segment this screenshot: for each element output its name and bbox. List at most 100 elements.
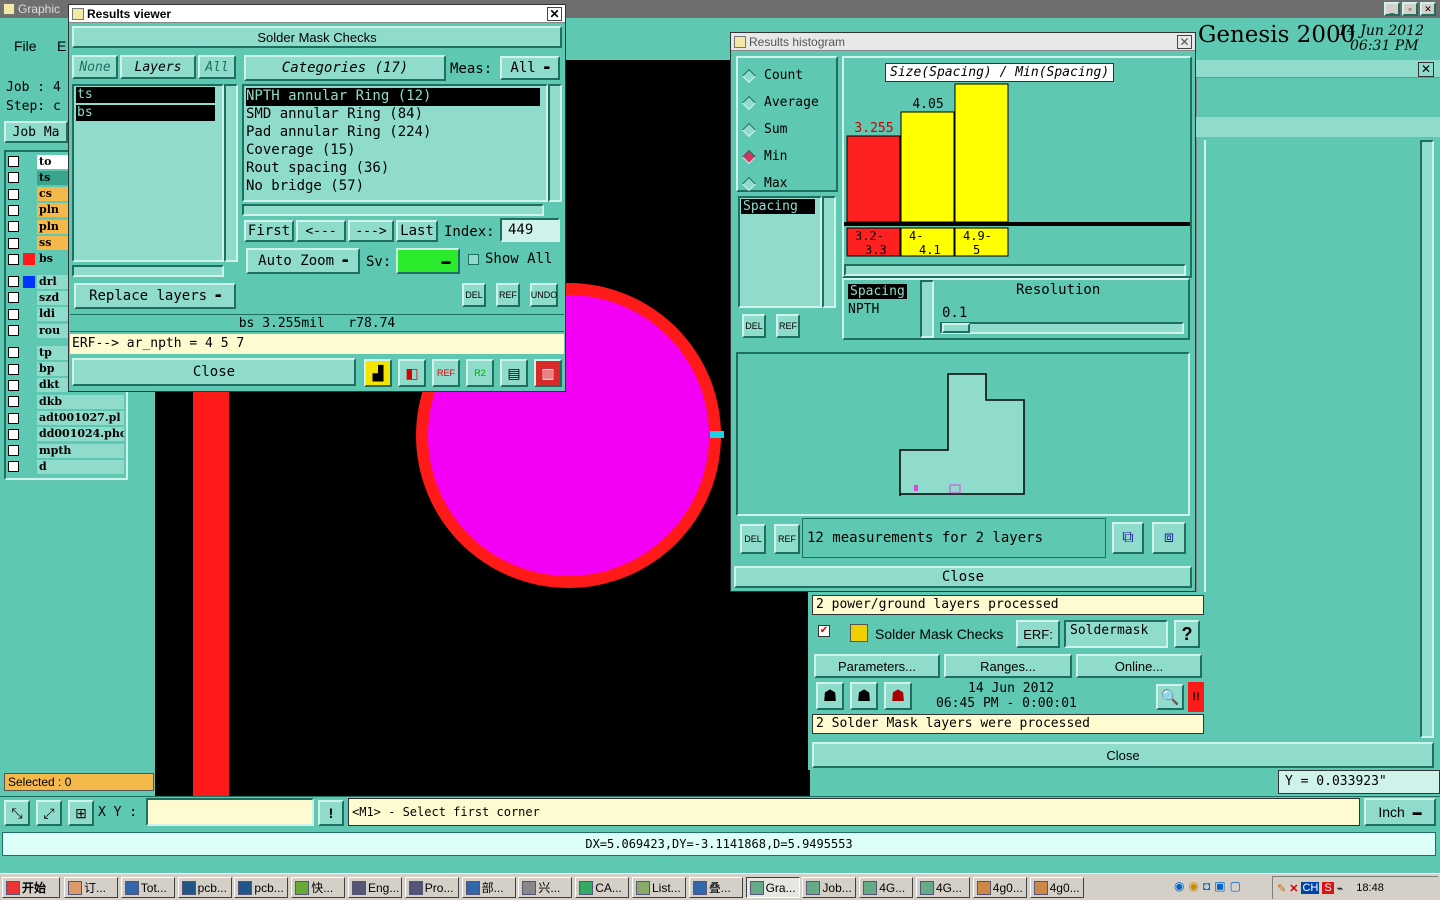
close-window-button[interactable]: ✕ [1420,2,1436,16]
prev-button[interactable]: <--- [296,220,346,242]
taskbar-item[interactable]: Pro... [404,877,459,898]
radio-diamond-icon[interactable] [741,95,757,110]
preview-del-icon[interactable]: DEL [740,524,766,554]
taskbar-item[interactable]: pcb... [177,877,232,898]
layer-row[interactable]: dd001024.pho [8,427,124,442]
start-button[interactable]: 开始 [2,877,60,898]
export-icon[interactable]: ◧ [398,359,426,387]
tray-pen-icon[interactable]: ✎ [1277,882,1286,895]
taskbar-item[interactable]: Tot... [120,877,175,898]
mode-radio[interactable]: Min [741,143,834,170]
explorer-icon[interactable]: ◘ [1203,879,1210,893]
mode-radio[interactable]: Count [741,62,834,89]
taskbar-item[interactable]: 部... [461,877,516,898]
tray-x-icon[interactable]: ✕ [1289,882,1298,895]
mode-radio[interactable]: Sum [741,116,834,143]
taskbar-item[interactable]: 快... [291,877,346,898]
rv-layer-item[interactable]: bs [76,105,215,121]
right-scrollbar[interactable] [1420,140,1434,738]
tray-wave-icon[interactable]: ⌁ [1337,882,1344,895]
mode-radio[interactable]: Average [741,89,834,116]
media-icon[interactable]: ◉ [1188,879,1198,893]
preview-ref-icon[interactable]: REF [774,524,800,554]
units-dropdown[interactable]: Inch ▬ [1364,798,1436,826]
zoom-fit-icon[interactable]: ⤡ [4,800,30,826]
radio-diamond-icon[interactable] [741,122,757,137]
layer-checkbox[interactable] [8,204,19,216]
last-button[interactable]: Last [396,220,438,242]
rv-layer-item[interactable]: ts [76,87,215,103]
measure-list-scrollbar[interactable] [822,196,836,308]
taskbar-item[interactable]: 4g0... [972,877,1027,898]
tray-s-icon[interactable]: S [1322,882,1334,894]
resolution-slider-thumb[interactable] [942,323,970,333]
warning-icon[interactable]: ! [318,800,344,826]
hist-del-icon[interactable]: DEL [742,314,766,338]
run-icon[interactable]: ☗ [816,682,844,710]
zoom-window-icon[interactable]: ⧉ [1112,522,1144,554]
show-all-box[interactable] [468,253,479,265]
measure-list-item[interactable]: Spacing [741,199,815,214]
layer-row[interactable]: dkb [8,394,124,409]
zoom-icon[interactable]: 🔍 [1156,684,1184,710]
desktop-icon[interactable]: ▣ [1214,879,1225,893]
layer-name[interactable]: d [37,459,124,474]
layer-checkbox[interactable] [8,347,19,359]
ie-icon[interactable]: ◉ [1174,879,1184,893]
results-viewer-close-icon[interactable]: ✕ [547,7,562,21]
radio-diamond-icon[interactable] [741,176,757,191]
minimize-button[interactable]: _ [1384,2,1400,16]
taskbar-item[interactable]: 兴... [518,877,573,898]
histogram-close-button[interactable]: Close [734,566,1192,588]
report-icon[interactable]: ▤ [500,359,528,387]
results-viewer-close-button[interactable]: Close [72,358,356,386]
layer-checkbox[interactable] [8,379,19,391]
layer-list-hscrollbar[interactable] [72,265,224,277]
taskbar-item[interactable]: 4g0... [1029,877,1084,898]
category-item[interactable]: NPTH annular Ring (12) [246,88,540,106]
categories-scrollbar[interactable] [548,84,562,202]
ref-clear-icon[interactable]: REF [432,359,460,387]
online-button[interactable]: Online... [1076,654,1202,678]
xy-input[interactable] [146,798,314,826]
layer-checkbox[interactable] [8,237,19,249]
first-button[interactable]: First [244,220,294,242]
run-all-icon[interactable]: ☗ [884,682,912,710]
layer-checkbox[interactable] [8,325,19,336]
right-sub-close-icon[interactable]: ✕ [1418,62,1434,77]
layer-checkbox[interactable] [8,253,19,265]
taskbar-item[interactable]: Eng... [348,877,402,898]
taskbar-item[interactable]: 4G... [916,877,970,898]
measure-icon[interactable]: ⤢ [36,800,62,826]
show-all-checkbox[interactable]: Show All [468,251,552,267]
parameters-button[interactable]: Parameters... [814,654,940,678]
replace-layers-button[interactable]: Replace layers ▬ [74,283,236,309]
zoom-back-icon[interactable]: ⧈ [1152,522,1186,554]
del-icon[interactable]: DEL [462,283,486,307]
layer-name[interactable]: mpth [37,443,124,458]
layer-name[interactable]: dd001024.pho [37,427,124,442]
categories-hscrollbar[interactable] [242,204,544,216]
all-button[interactable]: All [198,55,236,79]
histogram-icon[interactable]: ▥ [534,359,562,387]
layer-name[interactable]: dkb [37,394,124,409]
layer-checkbox[interactable] [8,412,19,424]
taskbar-item[interactable]: 叠... [688,877,743,898]
taskbar-item[interactable]: 4G... [859,877,914,898]
undo-icon[interactable]: UNDO [530,283,558,307]
category-item[interactable]: Coverage (15) [246,142,540,160]
auto-zoom-dropdown[interactable]: Auto Zoom ▬ [246,248,360,274]
check-enabled-box[interactable]: ✔ [818,625,830,637]
layer-row[interactable]: adt001027.pl [8,411,124,426]
menu-e[interactable]: E [57,38,66,54]
layer-list-scrollbar[interactable] [224,84,238,262]
help-button[interactable]: ? [1174,620,1200,648]
hist-ref-icon[interactable]: REF [776,314,800,338]
spacing-scrollbar[interactable] [920,280,934,338]
meas-dropdown[interactable]: All ▬ [500,56,560,80]
taskbar-item[interactable]: Gra... [745,877,800,898]
category-item[interactable]: SMD annular Ring (84) [246,106,540,124]
layer-row[interactable]: mpth [8,443,124,458]
none-button[interactable]: None [72,55,118,79]
mode-radio[interactable]: Max [741,170,834,197]
